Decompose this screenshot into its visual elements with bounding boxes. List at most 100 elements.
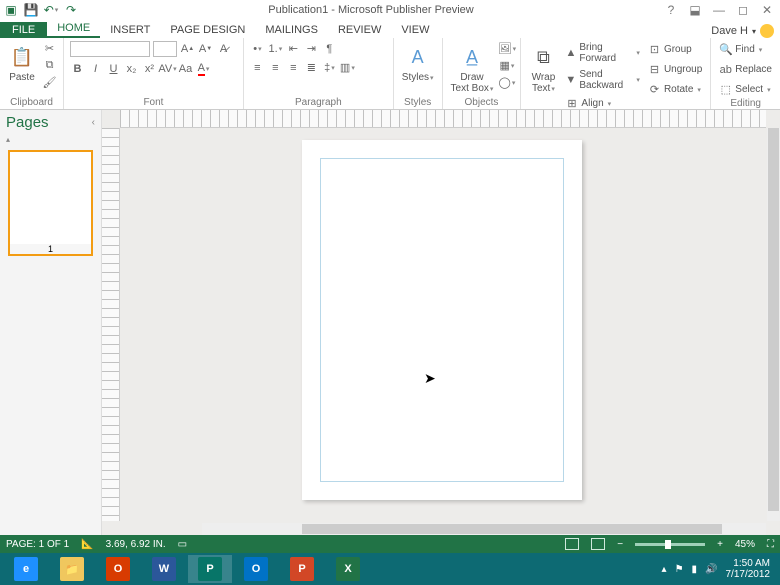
- justify-icon[interactable]: ≣: [304, 60, 319, 75]
- line-spacing-icon[interactable]: ‡: [322, 60, 337, 75]
- superscript-icon[interactable]: x²: [142, 61, 157, 76]
- taskbar-office[interactable]: O: [96, 555, 140, 583]
- format-painter-icon[interactable]: 🖌: [42, 75, 57, 90]
- tab-mailings[interactable]: MAILINGS: [255, 22, 328, 38]
- taskbar-excel[interactable]: X: [326, 555, 370, 583]
- bullets-icon[interactable]: •: [250, 41, 265, 56]
- system-tray[interactable]: ▴ ⚑ ▮ 🔊 1:50 AM 7/17/2012: [662, 558, 776, 580]
- tray-network-icon[interactable]: ▮: [692, 564, 698, 575]
- close-icon[interactable]: ✕: [760, 3, 774, 17]
- styles-button[interactable]: A Styles: [400, 41, 436, 86]
- horizontal-scrollbar[interactable]: [202, 523, 766, 535]
- taskbar-publisher[interactable]: P: [188, 555, 232, 583]
- draw-text-box-button[interactable]: A̲ Draw Text Box: [449, 41, 496, 97]
- object-size-icon: ▭: [178, 539, 187, 550]
- ribbon-display-icon[interactable]: ⬓: [688, 3, 702, 17]
- canvas-area[interactable]: ➤: [102, 110, 780, 535]
- vertical-ruler[interactable]: [102, 128, 120, 521]
- tab-page-design[interactable]: PAGE DESIGN: [160, 22, 255, 38]
- tab-file[interactable]: FILE: [0, 22, 47, 38]
- taskbar-outlook[interactable]: O: [234, 555, 278, 583]
- bring-forward-button[interactable]: ▲Bring Forward: [563, 41, 642, 65]
- save-icon[interactable]: 💾: [24, 3, 38, 17]
- send-backward-button[interactable]: ▼Send Backward: [563, 68, 642, 92]
- ungroup-button[interactable]: ⊟Ungroup: [646, 61, 704, 78]
- taskbar-word[interactable]: W: [142, 555, 186, 583]
- find-icon: 🔍: [719, 42, 732, 57]
- undo-icon[interactable]: ↶: [44, 3, 58, 17]
- rotate-button[interactable]: ⟳Rotate: [646, 81, 704, 98]
- bold-icon[interactable]: B: [70, 61, 85, 76]
- text-box-icon: A̲: [458, 43, 486, 71]
- paragraph-mark-icon[interactable]: ¶: [322, 41, 337, 56]
- picture-icon[interactable]: 🖼: [499, 41, 514, 56]
- collapse-panel-icon[interactable]: ‹: [92, 117, 95, 128]
- align-left-icon[interactable]: ≡: [250, 60, 265, 75]
- signed-in-user[interactable]: Dave H ▾: [711, 24, 780, 38]
- thumbnail-page-number: 1: [10, 244, 91, 254]
- app-icon: ▣: [4, 3, 18, 17]
- char-spacing-icon[interactable]: AV: [160, 61, 175, 76]
- align-right-icon[interactable]: ≡: [286, 60, 301, 75]
- group-paragraph: • 1. ⇤ ⇥ ¶ ≡ ≡ ≡ ≣ ‡ ▥ Paragraph: [244, 38, 394, 109]
- fit-page-icon[interactable]: ⛶: [767, 539, 774, 550]
- find-button[interactable]: 🔍Find: [717, 41, 774, 58]
- zoom-level[interactable]: 45%: [735, 539, 755, 550]
- numbering-icon[interactable]: 1.: [268, 41, 283, 56]
- font-size-combo[interactable]: [153, 41, 177, 57]
- tray-clock[interactable]: 1:50 AM 7/17/2012: [726, 558, 771, 580]
- tray-flag-icon[interactable]: ⚑: [675, 564, 684, 575]
- tab-home[interactable]: HOME: [47, 20, 100, 38]
- tab-view[interactable]: VIEW: [391, 22, 439, 38]
- styles-icon: A: [404, 43, 432, 71]
- group-button[interactable]: ⊡Group: [646, 41, 704, 58]
- horizontal-ruler[interactable]: [120, 110, 766, 128]
- wrap-text-button[interactable]: ⧉ Wrap Text: [527, 41, 559, 97]
- underline-icon[interactable]: U: [106, 61, 121, 76]
- single-page-view-button[interactable]: [565, 538, 579, 550]
- shrink-font-icon[interactable]: A▼: [198, 42, 213, 57]
- align-center-icon[interactable]: ≡: [268, 60, 283, 75]
- select-button[interactable]: ⬚Select: [717, 81, 774, 98]
- minimize-icon[interactable]: —: [712, 3, 726, 17]
- help-icon[interactable]: ?: [664, 3, 678, 17]
- text-effects-icon[interactable]: Aa: [178, 61, 193, 76]
- increase-indent-icon[interactable]: ⇥: [304, 41, 319, 56]
- copy-icon[interactable]: ⧉: [42, 58, 57, 73]
- tray-volume-icon[interactable]: 🔊: [705, 564, 717, 575]
- zoom-slider[interactable]: [635, 543, 705, 546]
- group-font: A▲ A▼ A̷ B I U x₂ x² AV Aa A Font: [64, 38, 244, 109]
- shapes-icon[interactable]: ◯: [499, 75, 514, 90]
- grow-font-icon[interactable]: A▲: [180, 42, 195, 57]
- tab-insert[interactable]: INSERT: [100, 22, 160, 38]
- page-thumbnail-1[interactable]: 1: [8, 150, 93, 256]
- status-bar: PAGE: 1 OF 1 📐 3.69, 6.92 IN. ▭ − + 45% …: [0, 535, 780, 553]
- taskbar-ie[interactable]: e: [4, 555, 48, 583]
- two-page-view-button[interactable]: [591, 538, 605, 550]
- rotate-icon: ⟳: [648, 82, 661, 97]
- decrease-indent-icon[interactable]: ⇤: [286, 41, 301, 56]
- font-family-combo[interactable]: [70, 41, 150, 57]
- workspace: Pages ‹ ▴ 1 ➤: [0, 110, 780, 535]
- zoom-in-button[interactable]: +: [717, 539, 723, 550]
- clear-formatting-icon[interactable]: A̷: [216, 42, 231, 57]
- subscript-icon[interactable]: x₂: [124, 61, 139, 76]
- taskbar-powerpoint[interactable]: P: [280, 555, 324, 583]
- replace-button[interactable]: abReplace: [717, 61, 774, 78]
- tab-review[interactable]: REVIEW: [328, 22, 391, 38]
- table-icon[interactable]: ▦: [499, 58, 514, 73]
- ungroup-icon: ⊟: [648, 62, 661, 77]
- font-color-icon[interactable]: A: [196, 61, 211, 76]
- redo-icon[interactable]: ↷: [64, 3, 78, 17]
- columns-icon[interactable]: ▥: [340, 60, 355, 75]
- maximize-icon[interactable]: ◻: [736, 3, 750, 17]
- vertical-scrollbar[interactable]: [767, 128, 780, 521]
- zoom-out-button[interactable]: −: [617, 539, 623, 550]
- cut-icon[interactable]: ✂: [42, 41, 57, 56]
- italic-icon[interactable]: I: [88, 61, 103, 76]
- document-page[interactable]: [302, 140, 582, 500]
- taskbar-explorer[interactable]: 📁: [50, 555, 94, 583]
- status-page[interactable]: PAGE: 1 OF 1: [6, 539, 69, 550]
- tray-chevron-icon[interactable]: ▴: [662, 564, 667, 575]
- paste-button[interactable]: 📋 Paste: [6, 41, 38, 85]
